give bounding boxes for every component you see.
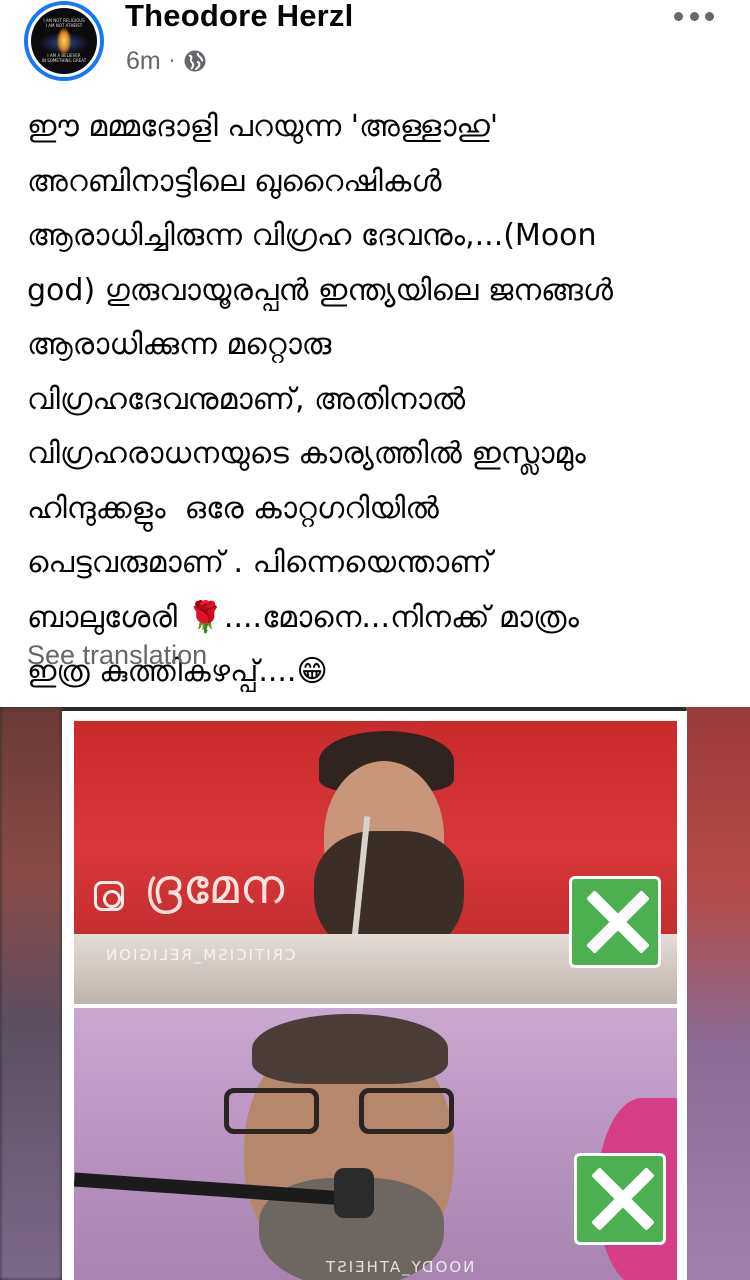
post-time[interactable]: 6m [126,47,161,76]
green-x-icon [569,876,661,968]
watermark-bottom: NOODY_ATHEIST [324,1258,475,1276]
more-options-icon[interactable] [674,6,714,26]
media-blur-right [686,707,750,1280]
glasses [224,1088,454,1138]
avatar[interactable]: I AM NOT RELIGIOUS I AM NOT ATHEIST I AM… [24,1,104,81]
post-text: ഈ മമ്മദോളി പറയുന്ന 'അള്ളാഹു' അറബിനാട്ടില… [27,109,614,689]
post-media[interactable]: ദ്രമേന CRITICISM_RELIGION NOODY_ATHEIST [0,707,750,1280]
instagram-icon [94,881,124,911]
banner-text: ദ്രമേന [144,859,286,915]
media-frame: ദ്രമേന CRITICISM_RELIGION NOODY_ATHEIST [62,711,687,1280]
avatar-image: I AM NOT RELIGIOUS I AM NOT ATHEIST I AM… [31,8,97,74]
avatar-text-bottom: I AM A BELIEVER IN SOMETHING GREAT [41,53,87,63]
post-meta: 6m · [126,46,207,76]
author-name[interactable]: Theodore Herzl [125,0,353,34]
media-panel-bottom: NOODY_ATHEIST [74,1008,677,1280]
meta-separator: · [168,49,176,73]
globe-icon [184,50,206,72]
see-translation-link[interactable]: See translation [27,640,207,671]
green-x-icon [574,1153,666,1245]
avatar-text-top: I AM NOT RELIGIOUS I AM NOT ATHEIST [43,18,85,28]
media-panel-top: ദ്രമേന CRITICISM_RELIGION [74,721,677,1004]
media-blur-left [0,707,62,1280]
watermark-top: CRITICISM_RELIGION [104,946,296,964]
post-header: I AM NOT RELIGIOUS I AM NOT ATHEIST I AM… [0,0,750,90]
